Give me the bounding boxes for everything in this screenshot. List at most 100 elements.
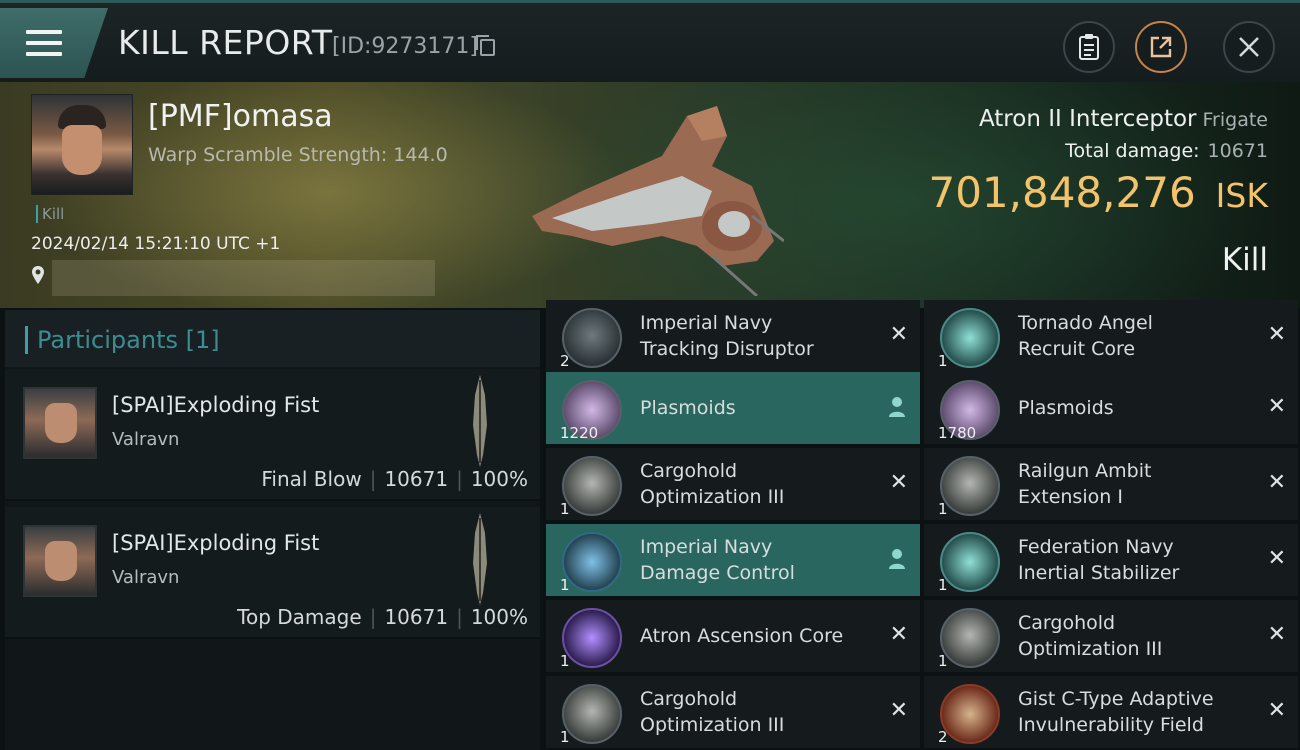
railgun-icon <box>940 456 1000 516</box>
module-name-line2: Inertial Stabilizer <box>1018 562 1180 584</box>
module-name-line2: Tracking Disruptor <box>640 338 814 360</box>
victim-ship-name[interactable]: Atron II Interceptor Frigate <box>979 106 1268 132</box>
module-item[interactable]: 1 Cargohold Optimization III ✕ <box>924 600 1298 672</box>
share-icon <box>1150 36 1172 58</box>
isk-currency: ISK <box>1215 176 1268 215</box>
module-name-line2: Optimization III <box>640 714 785 736</box>
victim-panel: [PMF]omasa Warp Scramble Strength: 144.0… <box>0 82 1300 308</box>
victim-name[interactable]: [PMF]omasa <box>148 99 333 134</box>
participant-damage: 10671 <box>384 467 449 491</box>
ship-render-icon <box>532 106 784 296</box>
module-name: Federation Navy Inertial Stabilizer <box>1018 534 1248 586</box>
module-item[interactable]: 1220 Plasmoids <box>546 372 920 444</box>
avatar[interactable] <box>23 525 97 597</box>
participant-ship: Valravn <box>112 429 180 450</box>
ship-class: Frigate <box>1202 109 1268 131</box>
destroyed-icon: ✕ <box>1267 622 1286 647</box>
participant-ship-icon <box>473 513 487 605</box>
module-qty: 1780 <box>938 424 977 442</box>
header-bar: KILL REPORT [ID:9273171] <box>0 0 1300 82</box>
module-item[interactable]: 1 Tornado Angel Recruit Core ✕ <box>924 300 1298 372</box>
module-item[interactable]: 1 Federation Navy Inertial Stabilizer ✕ <box>924 524 1298 596</box>
module-name: Imperial Navy Tracking Disruptor <box>640 310 870 362</box>
destroyed-icon: ✕ <box>1267 470 1286 495</box>
copy-icon[interactable] <box>476 35 495 56</box>
participant-row[interactable]: [SPAI]Exploding Fist Valravn Final Blow |… <box>5 369 540 501</box>
kill-datetime: 2024/02/14 15:21:10 UTC +1 <box>31 234 281 254</box>
report-id: [ID:9273171] <box>332 34 478 59</box>
module-name: Plasmoids <box>1018 397 1114 419</box>
module-qty: 1 <box>938 352 948 370</box>
module-name-line2: Optimization III <box>640 486 785 508</box>
module-item[interactable]: 1 Atron Ascension Core ✕ <box>546 600 920 672</box>
tracking-disruptor-icon <box>562 308 622 368</box>
destroyed-icon: ✕ <box>1267 322 1286 347</box>
module-item[interactable]: 1780 Plasmoids ✕ <box>924 372 1298 444</box>
cargohold-icon <box>562 456 622 516</box>
isk-amount: 701,848,276 <box>928 168 1196 217</box>
module-item[interactable]: 2 Gist C-Type Adaptive Invulnerability Fi… <box>924 676 1298 748</box>
participants-panel: Participants [1] [SPAI]Exploding Fist Va… <box>5 310 540 750</box>
close-icon <box>1239 37 1259 57</box>
destroyed-icon: ✕ <box>1267 546 1286 571</box>
close-button[interactable] <box>1223 21 1275 73</box>
destroyed-icon: ✕ <box>889 622 908 647</box>
module-name-line1: Imperial Navy <box>640 536 773 558</box>
location-field[interactable] <box>52 260 435 296</box>
module-name: Cargohold Optimization III <box>640 686 870 738</box>
module-item[interactable]: 1 Cargohold Optimization III ✕ <box>546 676 920 748</box>
participant-row[interactable]: [SPAI]Exploding Fist Valravn Top Damage |… <box>5 507 540 639</box>
destroyed-icon: ✕ <box>1267 394 1286 419</box>
module-name-line2: Optimization III <box>1018 638 1163 660</box>
module-item[interactable]: 1 Imperial Navy Damage Control <box>546 524 920 596</box>
total-damage-value: 10671 <box>1207 140 1268 162</box>
warp-scramble-strength: Warp Scramble Strength: 144.0 <box>148 144 448 166</box>
participant-ship: Valravn <box>112 567 180 588</box>
module-name-line1: Tornado Angel <box>1018 312 1153 334</box>
isk-value: 701,848,276 ISK <box>928 168 1268 217</box>
participant-ship-icon <box>473 375 487 467</box>
share-button[interactable] <box>1135 21 1187 73</box>
module-qty: 1 <box>938 576 948 594</box>
module-item[interactable]: 2 Imperial Navy Tracking Disruptor ✕ <box>546 300 920 372</box>
ship-name-text: Atron II Interceptor <box>978 106 1197 132</box>
module-item[interactable]: 1 Railgun Ambit Extension I ✕ <box>924 448 1298 520</box>
dropped-person-icon <box>889 397 905 417</box>
module-name: Railgun Ambit Extension I <box>1018 458 1248 510</box>
cargohold-icon <box>562 684 622 744</box>
menu-button[interactable] <box>0 8 108 78</box>
participants-label: Participants [1] <box>25 326 220 354</box>
module-name-line1: Imperial Navy <box>640 312 773 334</box>
participant-percent: 100% <box>470 605 528 629</box>
module-qty: 2 <box>938 728 948 746</box>
module-qty: 1 <box>560 576 570 594</box>
module-item[interactable]: 1 Cargohold Optimization III ✕ <box>546 448 920 520</box>
kill-tag: Kill <box>36 205 64 223</box>
module-name-line1: Cargohold <box>640 688 738 710</box>
total-damage-label: Total damage: <box>1065 140 1200 162</box>
module-qty: 1 <box>560 728 570 746</box>
cargohold-icon <box>940 608 1000 668</box>
damage-control-icon <box>562 532 622 592</box>
clipboard-button[interactable] <box>1063 21 1115 73</box>
hamburger-icon <box>26 30 62 60</box>
avatar[interactable] <box>23 387 97 459</box>
module-qty: 1 <box>938 500 948 518</box>
module-name: Imperial Navy Damage Control <box>640 534 870 586</box>
participant-name: [SPAI]Exploding Fist <box>112 393 320 417</box>
module-name: Cargohold Optimization III <box>640 458 870 510</box>
participants-header[interactable]: Participants [1] <box>5 310 540 367</box>
module-qty: 1220 <box>560 424 599 442</box>
module-name-line2: Recruit Core <box>1018 338 1136 360</box>
total-damage: Total damage: 10671 <box>1065 140 1268 162</box>
module-qty: 1 <box>938 652 948 670</box>
module-name: Atron Ascension Core <box>640 625 844 647</box>
module-name-line1: Railgun Ambit <box>1018 460 1152 482</box>
participant-stats: Final Blow | 10671 | 100% <box>261 467 528 491</box>
module-name-line2: Extension I <box>1018 486 1123 508</box>
destroyed-icon: ✕ <box>889 698 908 723</box>
participant-role: Top Damage <box>237 605 362 629</box>
destroyed-icon: ✕ <box>889 322 908 347</box>
participant-damage: 10671 <box>384 605 449 629</box>
victim-portrait[interactable] <box>31 94 133 195</box>
